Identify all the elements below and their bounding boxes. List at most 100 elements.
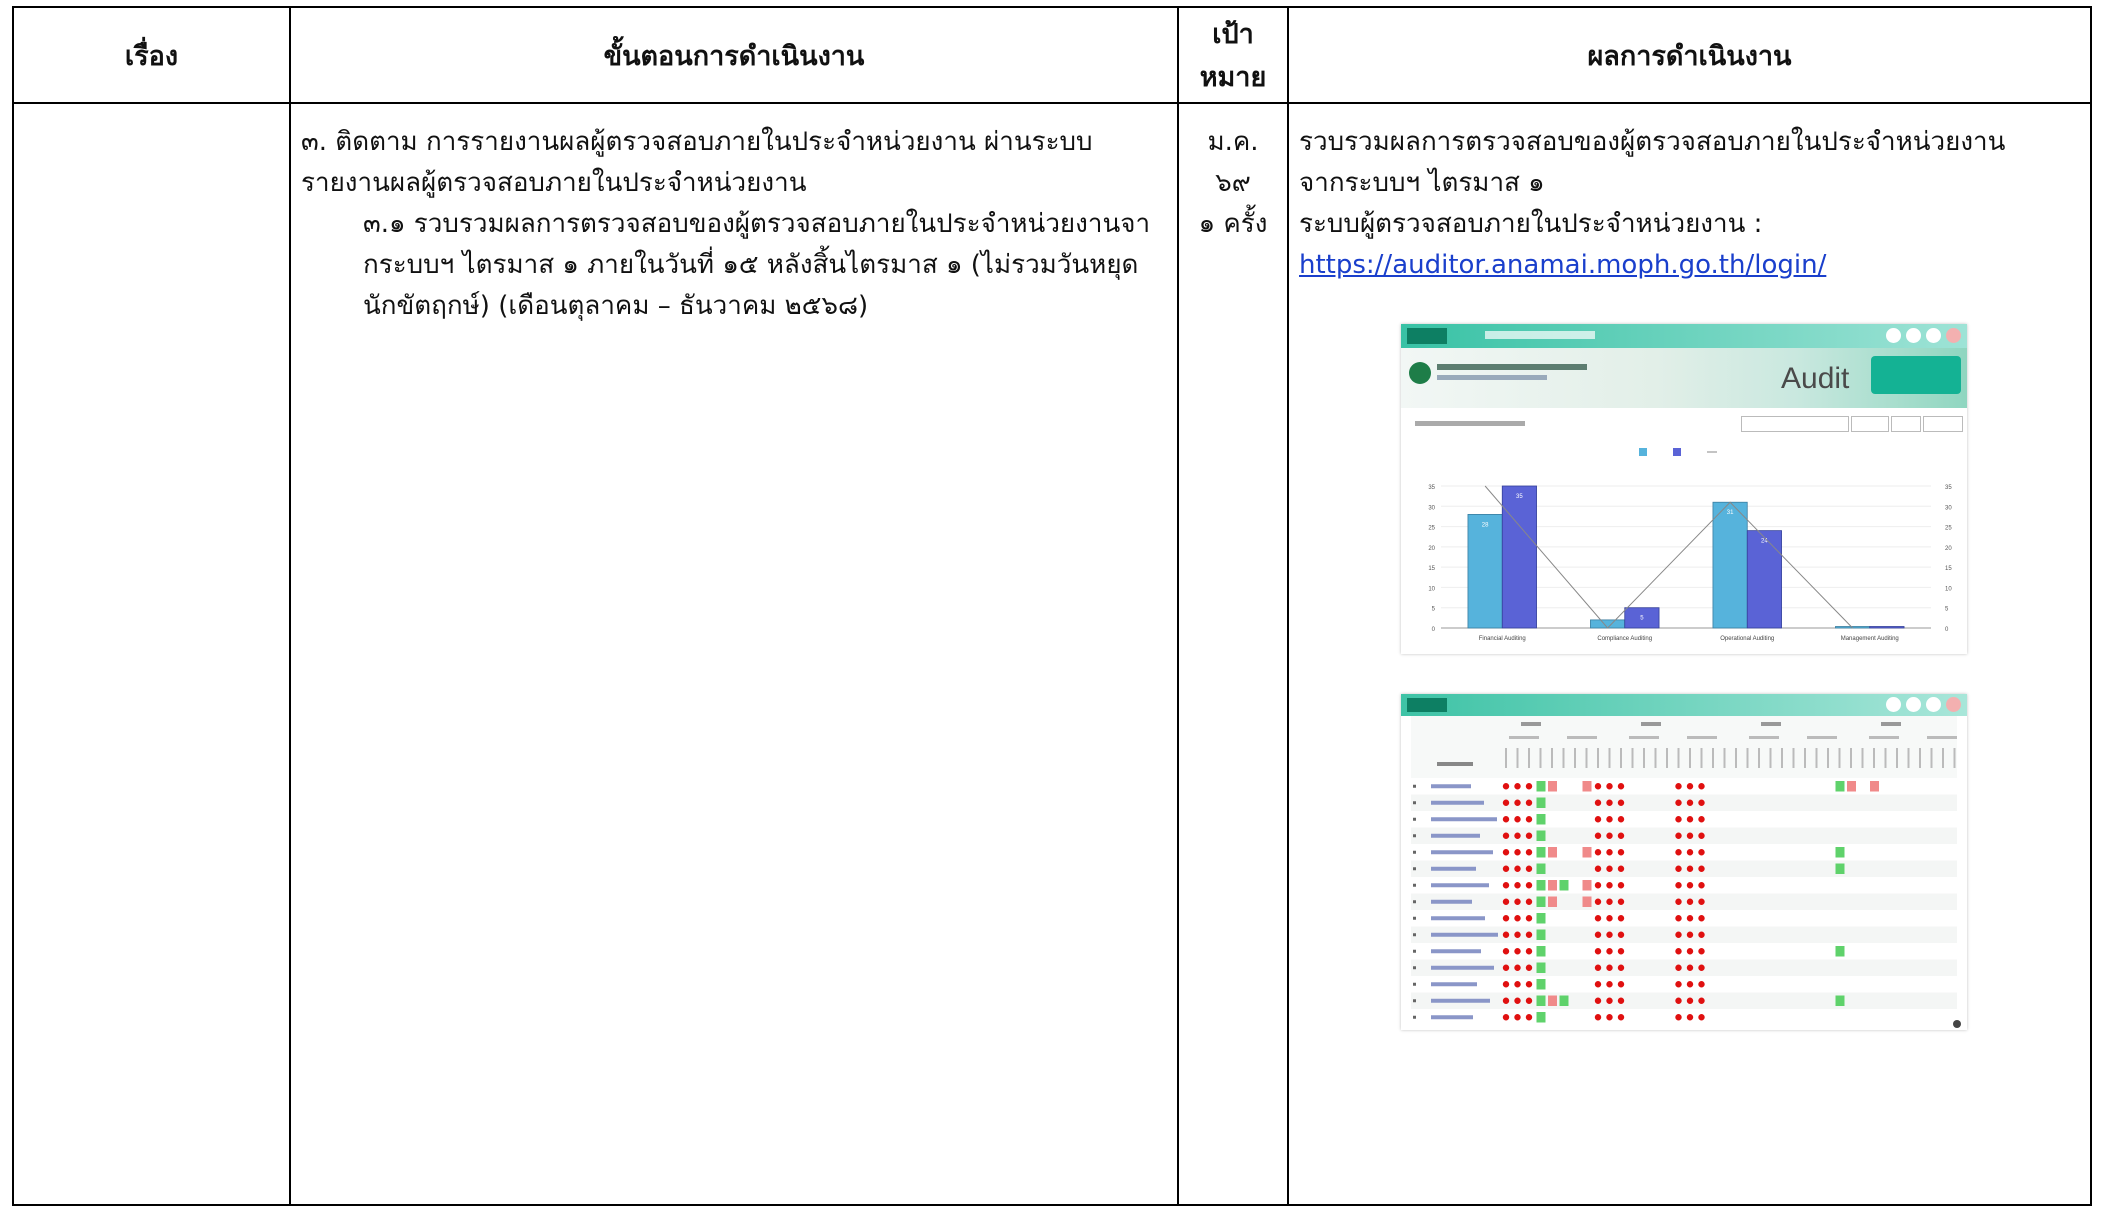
status-dot-icon	[1502, 832, 1510, 839]
status-dot-icon	[1617, 882, 1625, 889]
unit-name	[1431, 784, 1471, 789]
header-steps: ขั้นตอนการดำเนินงาน	[289, 6, 1179, 104]
status-dot-icon	[1686, 997, 1694, 1004]
status-dot-icon	[1525, 865, 1533, 872]
status-dot-icon	[1606, 799, 1613, 806]
quarter-header	[1761, 722, 1781, 726]
x-tick-label: Management Auditing	[1841, 636, 1899, 642]
status-dot-icon	[1502, 931, 1510, 938]
status-dot-icon	[1514, 849, 1521, 856]
chart-header	[1401, 408, 1967, 438]
status-dot-icon	[1617, 898, 1625, 905]
status-dot-icon	[1525, 832, 1533, 839]
header-result: ผลการดำเนินงาน	[1287, 6, 2092, 104]
status-box-red	[1870, 781, 1879, 792]
auditor-system-link[interactable]: https://auditor.anamai.moph.go.th/login/	[1299, 250, 1826, 280]
status-box-green	[1835, 946, 1845, 957]
y2-tick-label: 15	[1945, 566, 1952, 572]
status-dot-icon	[1698, 981, 1705, 988]
status-box-green	[1559, 995, 1569, 1006]
status-dot-icon	[1525, 981, 1533, 988]
legend-swatch	[1639, 448, 1647, 456]
y-tick-label: 20	[1428, 546, 1435, 552]
row-number	[1413, 867, 1416, 871]
column-header	[1585, 748, 1588, 768]
y2-tick-label: 25	[1945, 526, 1952, 532]
y-tick-label: 35	[1428, 485, 1435, 491]
group-header	[1629, 736, 1659, 739]
status-dot-icon	[1525, 1014, 1533, 1021]
status-box-green	[1536, 814, 1546, 825]
data-label: 28	[1482, 522, 1489, 528]
status-box-green	[1536, 781, 1546, 792]
dashboard-chart-screenshot: Audit 0 0 5 5 10 10 15 15 20 20 25 25 30 30 35 35 28 35 Fi…	[1401, 324, 1967, 654]
status-dot-icon	[1594, 882, 1602, 889]
status-dot-icon	[1502, 882, 1510, 889]
status-dot-icon	[1617, 816, 1625, 823]
status-box-green	[1536, 797, 1546, 808]
status-dot-icon	[1594, 997, 1602, 1004]
status-dot-icon	[1594, 931, 1602, 938]
status-dot-icon	[1617, 915, 1625, 922]
column-header	[1861, 748, 1864, 768]
table-row	[1411, 976, 1957, 993]
status-dot-icon	[1502, 915, 1510, 922]
result-line: ระบบผู้ตรวจสอบภายในประจำหน่วยงาน :	[1299, 209, 1763, 239]
status-dot-icon	[1502, 865, 1510, 872]
status-dot-icon	[1617, 799, 1625, 806]
table-row	[1411, 893, 1957, 910]
row-number	[1413, 784, 1416, 788]
status-dot-icon	[1525, 948, 1533, 955]
status-dot-icon	[1698, 898, 1705, 905]
group-header	[1869, 736, 1899, 739]
column-header	[1597, 748, 1599, 768]
circle-button-icon	[1906, 328, 1921, 343]
org-subname-bar	[1437, 375, 1547, 380]
quarter-header	[1641, 722, 1661, 726]
status-dot-icon	[1686, 981, 1694, 988]
status-dot-icon	[1617, 865, 1625, 872]
status-dot-icon	[1617, 948, 1625, 955]
x-tick-label: Operational Auditing	[1720, 636, 1774, 642]
circle-button-icon	[1946, 697, 1961, 712]
column-header	[1700, 748, 1703, 768]
column-header	[1746, 748, 1749, 768]
data-label: 24	[1761, 539, 1768, 545]
topic-cell	[12, 102, 291, 1206]
status-box-red	[1548, 896, 1557, 907]
step-item: ๓. ติดตาม การรายงานผลผู้ตรวจสอบภายในประจ…	[301, 127, 1093, 198]
status-box-green	[1536, 847, 1546, 858]
table-row	[1411, 860, 1957, 877]
y2-tick-label: 5	[1945, 607, 1949, 613]
status-box-green	[1835, 863, 1845, 874]
status-dot-icon	[1606, 882, 1613, 889]
status-dot-icon	[1686, 832, 1694, 839]
status-dot-icon	[1698, 964, 1705, 971]
bar	[1501, 485, 1537, 629]
column-header	[1631, 748, 1634, 768]
status-dot-icon	[1675, 931, 1682, 938]
status-box-red	[1548, 847, 1557, 858]
y-tick-label: 30	[1428, 505, 1435, 511]
status-dot-icon	[1698, 783, 1705, 790]
column-header	[1712, 748, 1714, 768]
status-dot-icon	[1686, 799, 1694, 806]
y-tick-label: 10	[1428, 586, 1435, 592]
status-dot-icon	[1617, 783, 1625, 790]
row-number	[1413, 982, 1416, 986]
circle-button-icon	[1906, 697, 1921, 712]
result-line: รวบรวมผลการตรวจสอบของผู้ตรวจสอบภายในประจ…	[1299, 127, 2006, 157]
status-dot-icon	[1594, 816, 1602, 823]
status-dot-icon	[1606, 832, 1613, 839]
chart-header-title	[1415, 421, 1525, 426]
status-box-green	[1835, 995, 1845, 1006]
status-dot-icon	[1675, 832, 1682, 839]
status-box-green	[1559, 880, 1569, 891]
status-dot-icon	[1594, 832, 1602, 839]
status-box-red	[1582, 896, 1592, 907]
status-dot-icon	[1525, 915, 1533, 922]
status-dot-icon	[1675, 915, 1682, 922]
y2-tick-label: 10	[1945, 586, 1952, 592]
column-header	[1620, 748, 1622, 768]
screenshot-topbar	[1401, 694, 1967, 716]
